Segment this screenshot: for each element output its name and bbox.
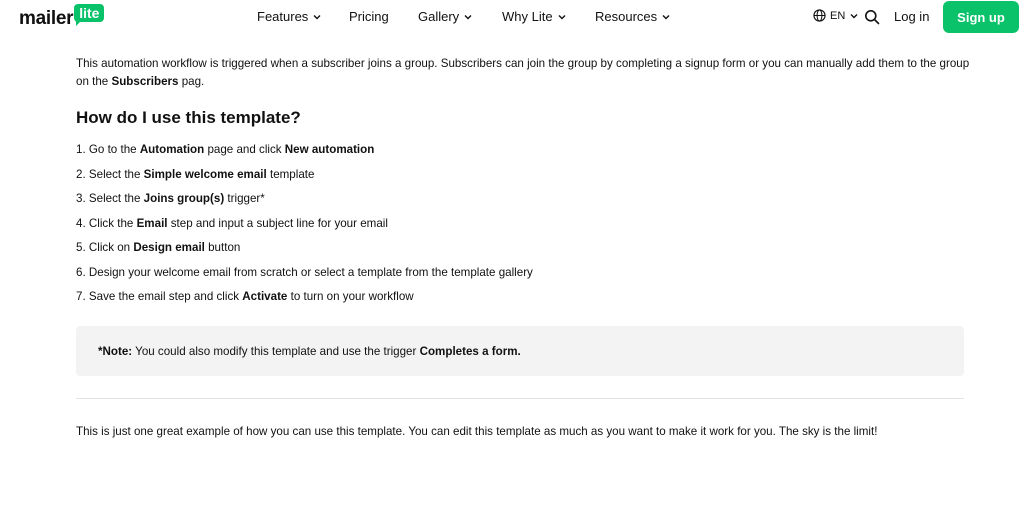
step-item: 1. Go to the Automation page and click N… <box>76 143 375 156</box>
nav-item-label: Features <box>257 9 309 24</box>
step-item: 4. Click the Email step and input a subj… <box>76 216 388 230</box>
note-text: *Note: You could also modify this templa… <box>98 345 521 358</box>
nav-item-pricing[interactable]: Pricing <box>349 9 389 24</box>
intro-bold: Subscribers <box>111 75 179 88</box>
page-heading: How do I use this template? <box>76 108 301 127</box>
nav-item-gallery[interactable]: Gallery <box>418 9 472 24</box>
intro-paragraph: This automation workflow is triggered wh… <box>76 55 976 91</box>
chevron-down-icon <box>313 14 321 19</box>
step-item: 2. Select the Simple welcome email templ… <box>76 167 315 181</box>
outro-paragraph: This is just one great example of how yo… <box>76 425 878 438</box>
nav-item-label: Gallery <box>418 9 460 24</box>
signup-button[interactable]: Sign up <box>943 1 1019 33</box>
site-header: mailer lite Features Pricing Gallery Why… <box>0 0 1024 34</box>
login-link[interactable]: Log in <box>894 9 929 24</box>
note-callout: *Note: You could also modify this templa… <box>76 326 964 376</box>
chevron-down-icon <box>662 14 670 19</box>
chevron-down-icon <box>558 14 566 19</box>
chevron-down-icon <box>464 14 472 19</box>
nav-item-label: Pricing <box>349 9 389 24</box>
nav-item-features[interactable]: Features <box>257 9 321 24</box>
logo-badge: lite <box>74 4 105 26</box>
section-divider <box>76 398 964 399</box>
step-item: 6. Design your welcome email from scratc… <box>76 265 533 279</box>
mailerlite-logo[interactable]: mailer lite <box>19 4 105 30</box>
intro-text: This automation workflow is triggered wh… <box>76 57 970 88</box>
language-code: EN <box>830 9 846 22</box>
nav-item-label: Why Lite <box>502 9 553 24</box>
nav-item-why-lite[interactable]: Why Lite <box>502 9 566 24</box>
step-item: 7. Save the email step and click Activat… <box>76 290 414 303</box>
nav-item-resources[interactable]: Resources <box>595 9 670 24</box>
note-label: *Note: <box>98 345 133 358</box>
step-item: 3. Select the Joins group(s) trigger* <box>76 192 265 205</box>
language-selector[interactable]: EN <box>813 9 862 22</box>
nav-item-label: Resources <box>595 9 658 24</box>
intro-text-end: pag. <box>178 75 205 88</box>
globe-icon <box>813 9 826 22</box>
search-icon[interactable] <box>864 9 880 25</box>
step-item: 5. Click on Design email button <box>76 241 241 254</box>
chevron-down-icon <box>850 13 858 18</box>
logo-word: mailer <box>19 8 74 29</box>
